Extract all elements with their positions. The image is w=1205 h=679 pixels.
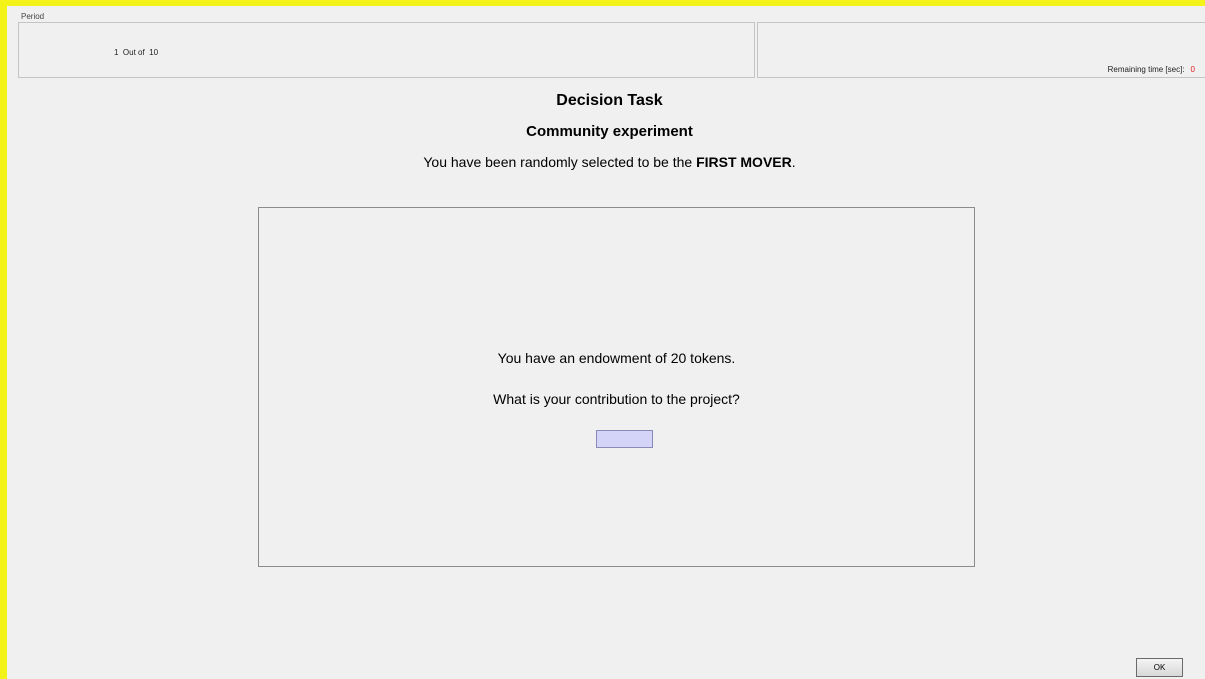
contribution-question: What is your contribution to the project… (493, 391, 740, 407)
remaining-time-panel: Remaining time [sec]: 0 (757, 22, 1205, 78)
page-title: Decision Task (556, 92, 663, 109)
decision-panel: You have an endowment of 20 tokens. What… (258, 207, 975, 567)
role-assignment-text: You have been randomly selected to be th… (7, 154, 1205, 170)
remaining-time-value: 0 (1190, 65, 1195, 74)
endowment-text: You have an endowment of 20 tokens. (497, 350, 736, 366)
period-legend: Period (19, 12, 47, 22)
role-text-suffix: . (791, 154, 796, 170)
role-name: FIRST MOVER (696, 154, 792, 170)
period-counter: 1 Out of 10 (114, 48, 159, 57)
remaining-time-readout: Remaining time [sec]: 0 (1108, 65, 1195, 74)
ok-button[interactable]: OK (1136, 658, 1183, 677)
contribution-input[interactable] (596, 430, 653, 448)
remaining-time-label: Remaining time [sec]: (1107, 65, 1185, 74)
role-text-prefix: You have been randomly selected to be th… (423, 154, 697, 170)
page-subtitle: Community experiment (526, 123, 693, 140)
experiment-window: Period 1 Out of 10 Remaining time [sec]:… (0, 0, 1205, 679)
